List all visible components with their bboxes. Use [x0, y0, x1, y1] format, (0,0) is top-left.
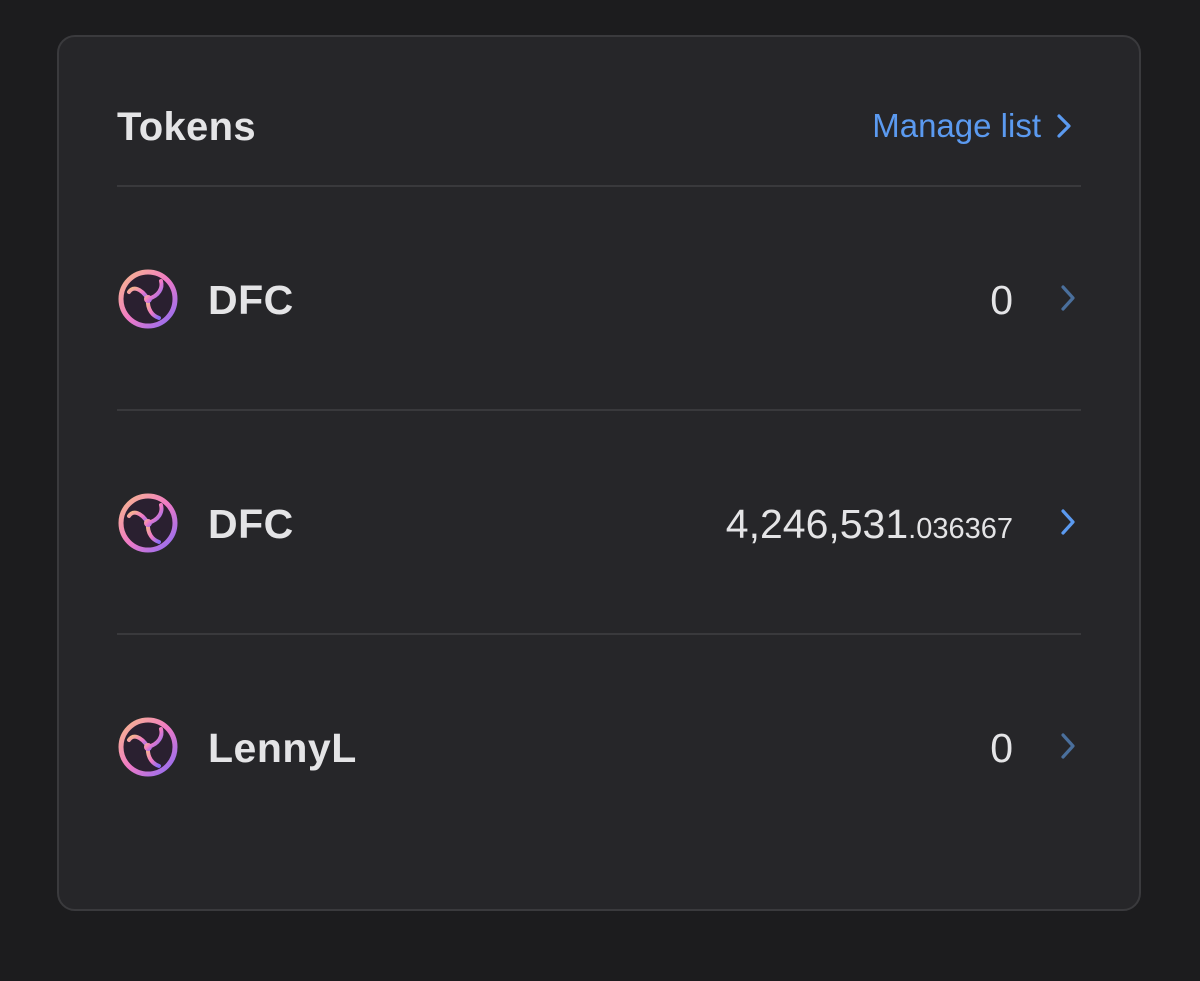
chevron-right-icon: [1061, 509, 1075, 535]
tokens-card: Tokens Manage list DFC 0 DFC 4,246,531.0…: [57, 35, 1141, 911]
token-row-lennyl[interactable]: LennyL 0: [117, 635, 1081, 857]
chevron-right-icon: [1057, 114, 1071, 138]
manage-list-label: Manage list: [872, 107, 1041, 144]
token-balance: 4,246,531.036367: [725, 501, 1013, 547]
manage-list-link[interactable]: Manage list: [872, 107, 1071, 145]
chevron-right-icon: [1061, 733, 1075, 759]
token-row-dfc-2[interactable]: DFC 4,246,531.036367: [117, 411, 1081, 635]
chevron-right-icon: [1061, 285, 1075, 311]
token-balance: 0: [990, 277, 1013, 323]
token-symbol: DFC: [208, 277, 294, 323]
token-row-dfc-1[interactable]: DFC 0: [117, 187, 1081, 411]
token-logo-icon: [118, 493, 178, 553]
token-balance: 0: [990, 725, 1013, 771]
token-symbol: DFC: [208, 501, 294, 547]
token-logo-icon: [118, 269, 178, 329]
page-title: Tokens: [117, 105, 256, 149]
tokens-header: Tokens Manage list: [117, 37, 1081, 187]
token-symbol: LennyL: [208, 725, 357, 771]
token-logo-icon: [118, 717, 178, 777]
